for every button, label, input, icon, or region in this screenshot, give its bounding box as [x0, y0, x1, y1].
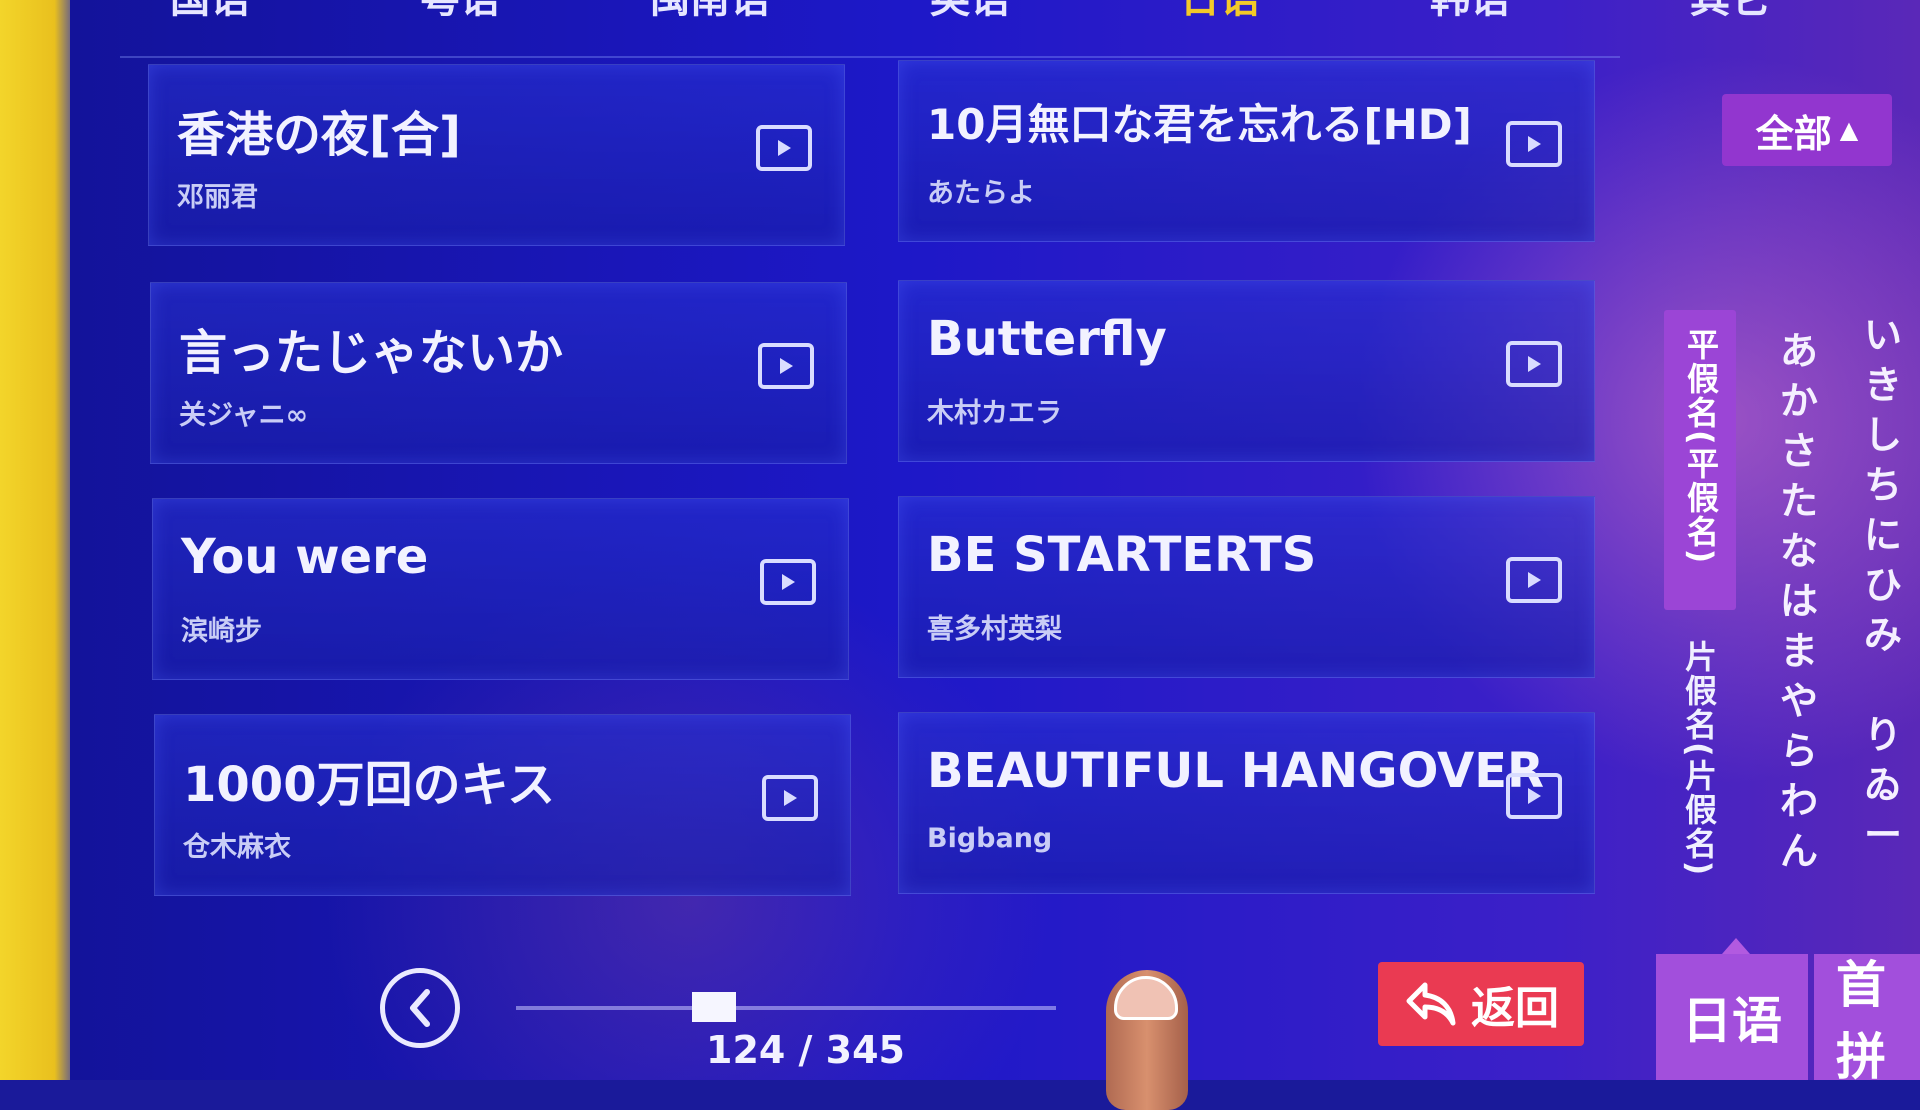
page-slider-handle[interactable]	[692, 992, 736, 1022]
tab-japanese[interactable]: 日语	[1180, 0, 1260, 24]
tab-hokkien[interactable]: 闽南语	[650, 0, 770, 24]
caret-up-icon: ▲	[1839, 116, 1859, 144]
kana-key[interactable]: ち	[1858, 460, 1908, 510]
song-title: 言ったじゃないか	[179, 325, 564, 381]
kana-key[interactable]: ら	[1774, 726, 1824, 776]
song-artist: Bigbang	[927, 823, 1053, 854]
page-slider-track[interactable]	[516, 1006, 1056, 1010]
kana-key[interactable]: り	[1858, 710, 1908, 760]
kana-key[interactable]: ひ	[1858, 560, 1908, 610]
tab-korean[interactable]: 韩语	[1430, 0, 1510, 24]
kana-key[interactable]: に	[1858, 510, 1908, 560]
song-title: BE STARTERTS	[927, 527, 1317, 583]
tab-divider	[120, 56, 1620, 58]
play-button[interactable]	[758, 343, 814, 389]
kana-key[interactable]: ま	[1774, 626, 1824, 676]
play-button[interactable]	[1506, 341, 1562, 387]
page-counter: 124 / 345	[706, 1028, 905, 1072]
kana-key[interactable]: た	[1774, 476, 1824, 526]
play-button[interactable]	[1506, 557, 1562, 603]
play-button[interactable]	[762, 775, 818, 821]
play-icon	[1528, 356, 1541, 372]
kana-key[interactable]: な	[1774, 526, 1824, 576]
play-icon	[1528, 572, 1541, 588]
kana-key[interactable]: い	[1858, 310, 1908, 360]
tab-mandarin[interactable]: 国语	[170, 0, 250, 24]
play-icon	[778, 140, 791, 156]
song-card[interactable]: Butterfly 木村カエラ	[898, 280, 1595, 462]
hiragana-label: 平假名(平假名)	[1682, 328, 1720, 566]
song-title: BEAUTIFUL HANGOVER	[927, 743, 1544, 799]
kana-key[interactable]: わ	[1774, 776, 1824, 826]
kana-column-i: い き し ち に ひ み り ゐ ー	[1858, 310, 1908, 860]
kana-key[interactable]: あ	[1774, 326, 1824, 376]
device-bezel	[0, 0, 78, 1080]
song-card[interactable]: You were 滨崎步	[152, 498, 849, 680]
kana-key[interactable]: や	[1774, 676, 1824, 726]
song-card[interactable]: 1000万回のキス 仓木麻衣	[154, 714, 851, 896]
song-title: 1000万回のキス	[183, 757, 556, 813]
song-card[interactable]: 言ったじゃないか 关ジャニ∞	[150, 282, 847, 464]
kana-key	[1858, 660, 1908, 710]
kana-key[interactable]: は	[1774, 576, 1824, 626]
kana-key[interactable]: み	[1858, 610, 1908, 660]
song-artist: 仓木麻衣	[183, 832, 291, 863]
song-title: Butterfly	[927, 311, 1167, 367]
filter-label: 全部	[1755, 111, 1832, 156]
song-card[interactable]: BEAUTIFUL HANGOVER Bigbang	[898, 712, 1595, 894]
tab-pointer	[1722, 938, 1750, 954]
tab-other[interactable]: 其它	[1690, 0, 1770, 24]
back-button[interactable]: 返回	[1378, 962, 1584, 1046]
play-icon	[1528, 136, 1541, 152]
back-arrow-icon	[1406, 982, 1456, 1026]
play-button[interactable]	[1506, 121, 1562, 167]
chevron-left-icon	[410, 989, 430, 1027]
play-button[interactable]	[760, 559, 816, 605]
kana-key[interactable]: ゐ	[1858, 760, 1908, 810]
song-artist: 喜多村英梨	[927, 614, 1062, 645]
tab-cantonese[interactable]: 粤语	[420, 0, 500, 24]
song-artist: あたらよ	[927, 178, 1035, 209]
song-artist: 木村カエラ	[927, 398, 1062, 429]
kana-column-a: あ か さ た な は ま や ら わ ん	[1774, 326, 1824, 876]
language-tabs: 国语 粤语 闽南语 英语 日语 韩语 其它	[90, 0, 1890, 26]
play-icon	[782, 574, 795, 590]
katakana-tab[interactable]: 片假名(片假名)	[1676, 640, 1722, 877]
filter-all-button[interactable]: 全部 ▲	[1722, 94, 1892, 166]
play-icon	[1528, 788, 1541, 804]
hiragana-tab[interactable]: 平假名(平假名)	[1664, 310, 1736, 610]
kana-key[interactable]: さ	[1774, 426, 1824, 476]
song-artist: 邓丽君	[177, 182, 258, 213]
tab-english[interactable]: 英语	[930, 0, 1010, 24]
back-label: 返回	[1471, 983, 1559, 1034]
kana-key[interactable]: ん	[1774, 826, 1824, 876]
song-title: You were	[181, 529, 429, 585]
song-title: 香港の夜[合]	[177, 107, 461, 163]
kana-key[interactable]: ー	[1858, 810, 1908, 860]
song-artist: 滨崎步	[181, 616, 262, 647]
kana-key[interactable]: し	[1858, 410, 1908, 460]
tab-initials[interactable]: 首拼	[1814, 954, 1920, 1086]
play-button[interactable]	[756, 125, 812, 171]
tab-japanese-index[interactable]: 日语	[1656, 954, 1808, 1080]
song-artist: 关ジャニ∞	[179, 400, 309, 431]
kana-key[interactable]: き	[1858, 360, 1908, 410]
kana-key[interactable]: か	[1774, 376, 1824, 426]
prev-page-button[interactable]	[380, 968, 460, 1048]
song-title: 10月無口な君を忘れる[HD]	[927, 100, 1472, 149]
play-icon	[784, 790, 797, 806]
song-card[interactable]: 香港の夜[合] 邓丽君	[148, 64, 845, 246]
song-card[interactable]: 10月無口な君を忘れる[HD] あたらよ	[898, 60, 1595, 242]
play-button[interactable]	[1506, 773, 1562, 819]
play-icon	[780, 358, 793, 374]
song-card[interactable]: BE STARTERTS 喜多村英梨	[898, 496, 1595, 678]
